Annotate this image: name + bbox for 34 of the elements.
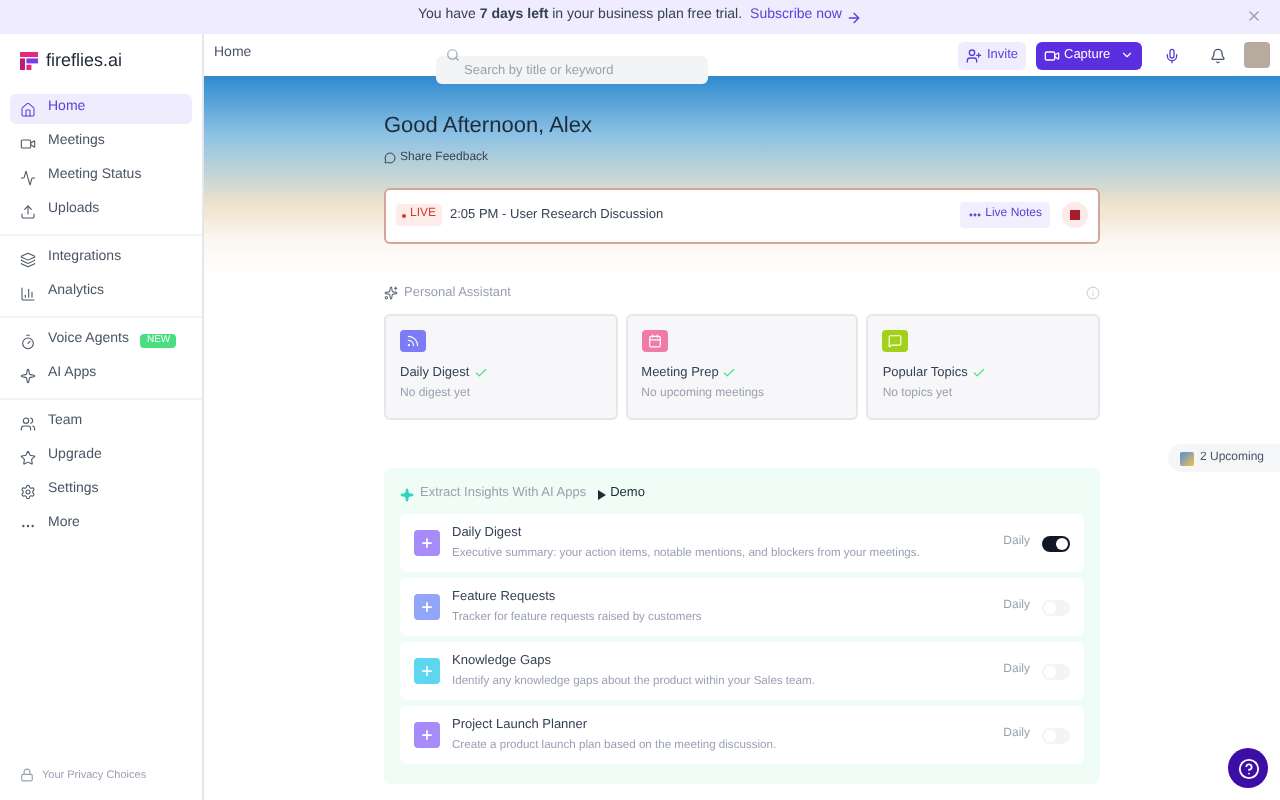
check-icon	[722, 365, 737, 380]
sparkle-icon	[400, 487, 414, 502]
users-icon	[20, 415, 36, 431]
layers-icon	[20, 251, 36, 267]
microphone-icon[interactable]	[1164, 47, 1180, 63]
stop-button[interactable]	[1062, 202, 1088, 228]
sparkle-icon	[20, 367, 36, 383]
arrow-right-icon[interactable]	[845, 9, 862, 25]
check-icon	[971, 365, 986, 380]
chevron-down-icon[interactable]	[1120, 48, 1134, 62]
sparkles-icon	[384, 285, 398, 300]
calendar-icon	[1179, 451, 1194, 465]
brand-name: fireflies.ai	[46, 47, 123, 74]
help-icon	[1237, 757, 1259, 779]
timer-icon	[20, 333, 36, 349]
video-camera-icon	[1044, 47, 1060, 63]
settings-icon	[20, 483, 36, 499]
lock-icon	[20, 768, 34, 783]
greeting: Good Afternoon, Alex	[384, 112, 594, 142]
video-camera-icon	[20, 135, 36, 151]
add-user-icon	[966, 47, 983, 63]
dots-icon	[967, 208, 982, 222]
search-icon	[446, 48, 460, 62]
upload-icon	[20, 203, 36, 219]
toggle-switch[interactable]	[1042, 535, 1070, 552]
bell-icon[interactable]	[1210, 47, 1226, 63]
fireflies-logo-icon	[20, 52, 38, 70]
home-icon	[20, 101, 36, 117]
speech-bubble-icon	[384, 152, 396, 164]
play-icon	[598, 489, 607, 500]
bar-chart-icon	[20, 285, 36, 301]
pulse-icon	[20, 169, 36, 185]
star-icon	[20, 449, 36, 465]
check-icon	[473, 365, 488, 380]
